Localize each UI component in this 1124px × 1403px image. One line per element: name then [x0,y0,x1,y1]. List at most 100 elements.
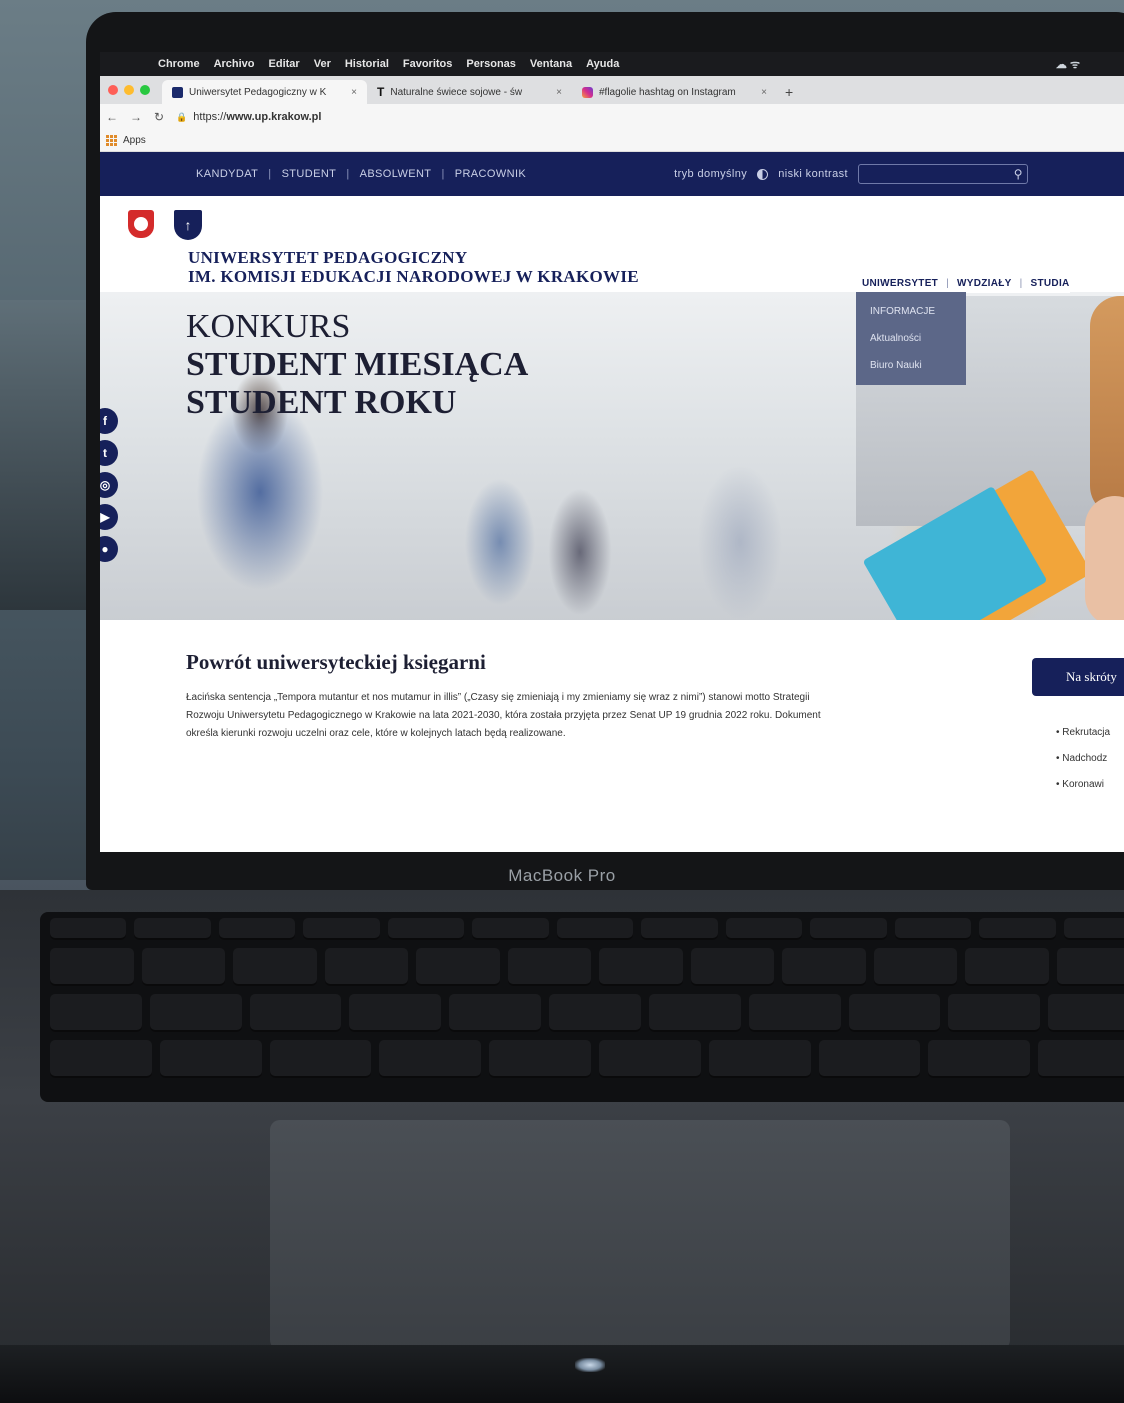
bookmark-apps[interactable]: Apps [123,135,146,146]
menu-favoritos[interactable]: Favoritos [403,58,453,70]
key[interactable] [641,918,718,940]
university-logo-icon[interactable]: ↑ [174,210,202,240]
key[interactable] [218,918,296,940]
key[interactable] [472,918,549,940]
key[interactable] [249,994,342,1032]
instagram-icon[interactable]: ◎ [100,472,118,498]
key[interactable] [979,918,1056,940]
key[interactable] [1056,948,1124,986]
key[interactable] [1048,994,1124,1032]
topnav-pracownik[interactable]: PRACOWNIK [455,168,526,180]
university-name[interactable]: UNIWERSYTET PEDAGOGICZNY IM. KOMISJI EDU… [188,248,639,286]
key[interactable] [818,1040,921,1078]
key[interactable] [1063,918,1124,940]
default-mode-link[interactable]: tryb domyślny [674,168,747,180]
key[interactable] [379,1040,482,1078]
key[interactable] [782,948,866,986]
back-icon[interactable]: ← [106,110,118,124]
key[interactable] [50,994,142,1032]
mainnav-uniwersytet[interactable]: UNIWERSYTET [862,278,938,289]
topnav-absolwent[interactable]: ABSOLWENT [360,168,432,180]
browser-tab-2[interactable]: T Naturalne świece sojowe - św × [367,80,572,104]
quick-link-item[interactable]: • Rekrutacja [1056,720,1110,746]
close-tab-icon[interactable]: × [556,87,562,98]
keyboard[interactable] [40,912,1124,1102]
key[interactable] [269,1040,372,1078]
key[interactable] [141,948,225,986]
twitter-icon[interactable]: t [100,440,118,466]
menu-editar[interactable]: Editar [269,58,300,70]
mainnav-studia[interactable]: STUDIA [1031,278,1070,289]
key[interactable] [50,1040,152,1078]
key[interactable] [648,994,741,1032]
key[interactable] [233,948,317,986]
key[interactable] [810,918,887,940]
minimize-window-button[interactable] [124,85,134,95]
key[interactable] [324,948,408,986]
key[interactable] [965,948,1049,986]
main-nav: UNIWERSYTET | WYDZIAŁY | STUDIA [862,274,1070,293]
close-tab-icon[interactable]: × [351,87,357,98]
menu-ver[interactable]: Ver [314,58,331,70]
key[interactable] [303,918,380,940]
menu-chrome[interactable]: Chrome [158,58,200,70]
topnav-kandydat[interactable]: KANDYDAT [196,168,258,180]
key[interactable] [159,1040,262,1078]
snapchat-icon[interactable]: ● [100,536,118,562]
key[interactable] [1038,1040,1124,1078]
dropdown-informacje[interactable]: INFORMACJE [856,298,966,325]
url-field[interactable]: 🔒 https://www.up.krakow.pl [176,111,321,123]
menu-historial[interactable]: Historial [345,58,389,70]
quick-link-item[interactable]: • Nadchodz [1056,746,1110,772]
key[interactable] [948,994,1041,1032]
key[interactable] [556,918,634,940]
menu-ventana[interactable]: Ventana [530,58,572,70]
key[interactable] [598,1040,701,1078]
search-icon[interactable]: ⚲ [1014,167,1023,181]
key[interactable] [134,918,211,940]
key[interactable] [848,994,941,1032]
key[interactable] [708,1040,811,1078]
menu-personas[interactable]: Personas [466,58,516,70]
dropdown-aktualnosci[interactable]: Aktualności [856,325,966,352]
quick-links-button[interactable]: Na skróty [1032,658,1124,696]
dropdown-biuro-nauki[interactable]: Biuro Nauki [856,352,966,379]
key[interactable] [489,1040,591,1078]
site-search-input[interactable]: ⚲ [858,164,1028,184]
close-window-button[interactable] [108,85,118,95]
key[interactable] [894,918,972,940]
key[interactable] [549,994,641,1032]
youtube-icon[interactable]: ▶ [100,504,118,530]
article-title[interactable]: Powrót uniwersyteckiej księgarni [186,650,836,675]
menu-ayuda[interactable]: Ayuda [586,58,619,70]
key[interactable] [507,948,591,986]
low-contrast-link[interactable]: niski kontrast [778,168,848,180]
facebook-icon[interactable]: f [100,408,118,434]
key[interactable] [50,918,127,940]
key[interactable] [928,1040,1031,1078]
browser-tab-1[interactable]: Uniwersytet Pedagogiczny w K × [162,80,367,104]
topnav-student[interactable]: STUDENT [282,168,337,180]
key[interactable] [725,918,803,940]
reload-icon[interactable]: ↻ [154,110,164,124]
maximize-window-button[interactable] [140,85,150,95]
key[interactable] [387,918,465,940]
menu-archivo[interactable]: Archivo [214,58,255,70]
quick-link-item[interactable]: • Koronawi [1056,772,1110,798]
key[interactable] [349,994,442,1032]
key[interactable] [748,994,841,1032]
browser-tab-3[interactable]: #flagolie hashtag on Instagram × [572,80,777,104]
key[interactable] [690,948,774,986]
key[interactable] [599,948,683,986]
key[interactable] [50,948,134,986]
key[interactable] [449,994,542,1032]
status-icons: ☁ ᯤ [1055,58,1080,71]
key[interactable] [873,948,957,986]
key[interactable] [416,948,500,986]
trackpad[interactable] [270,1120,1010,1350]
mainnav-wydzialy[interactable]: WYDZIAŁY [957,278,1012,289]
forward-icon[interactable]: → [130,110,142,124]
new-tab-button[interactable]: + [777,80,801,104]
close-tab-icon[interactable]: × [761,87,767,98]
key[interactable] [149,994,242,1032]
